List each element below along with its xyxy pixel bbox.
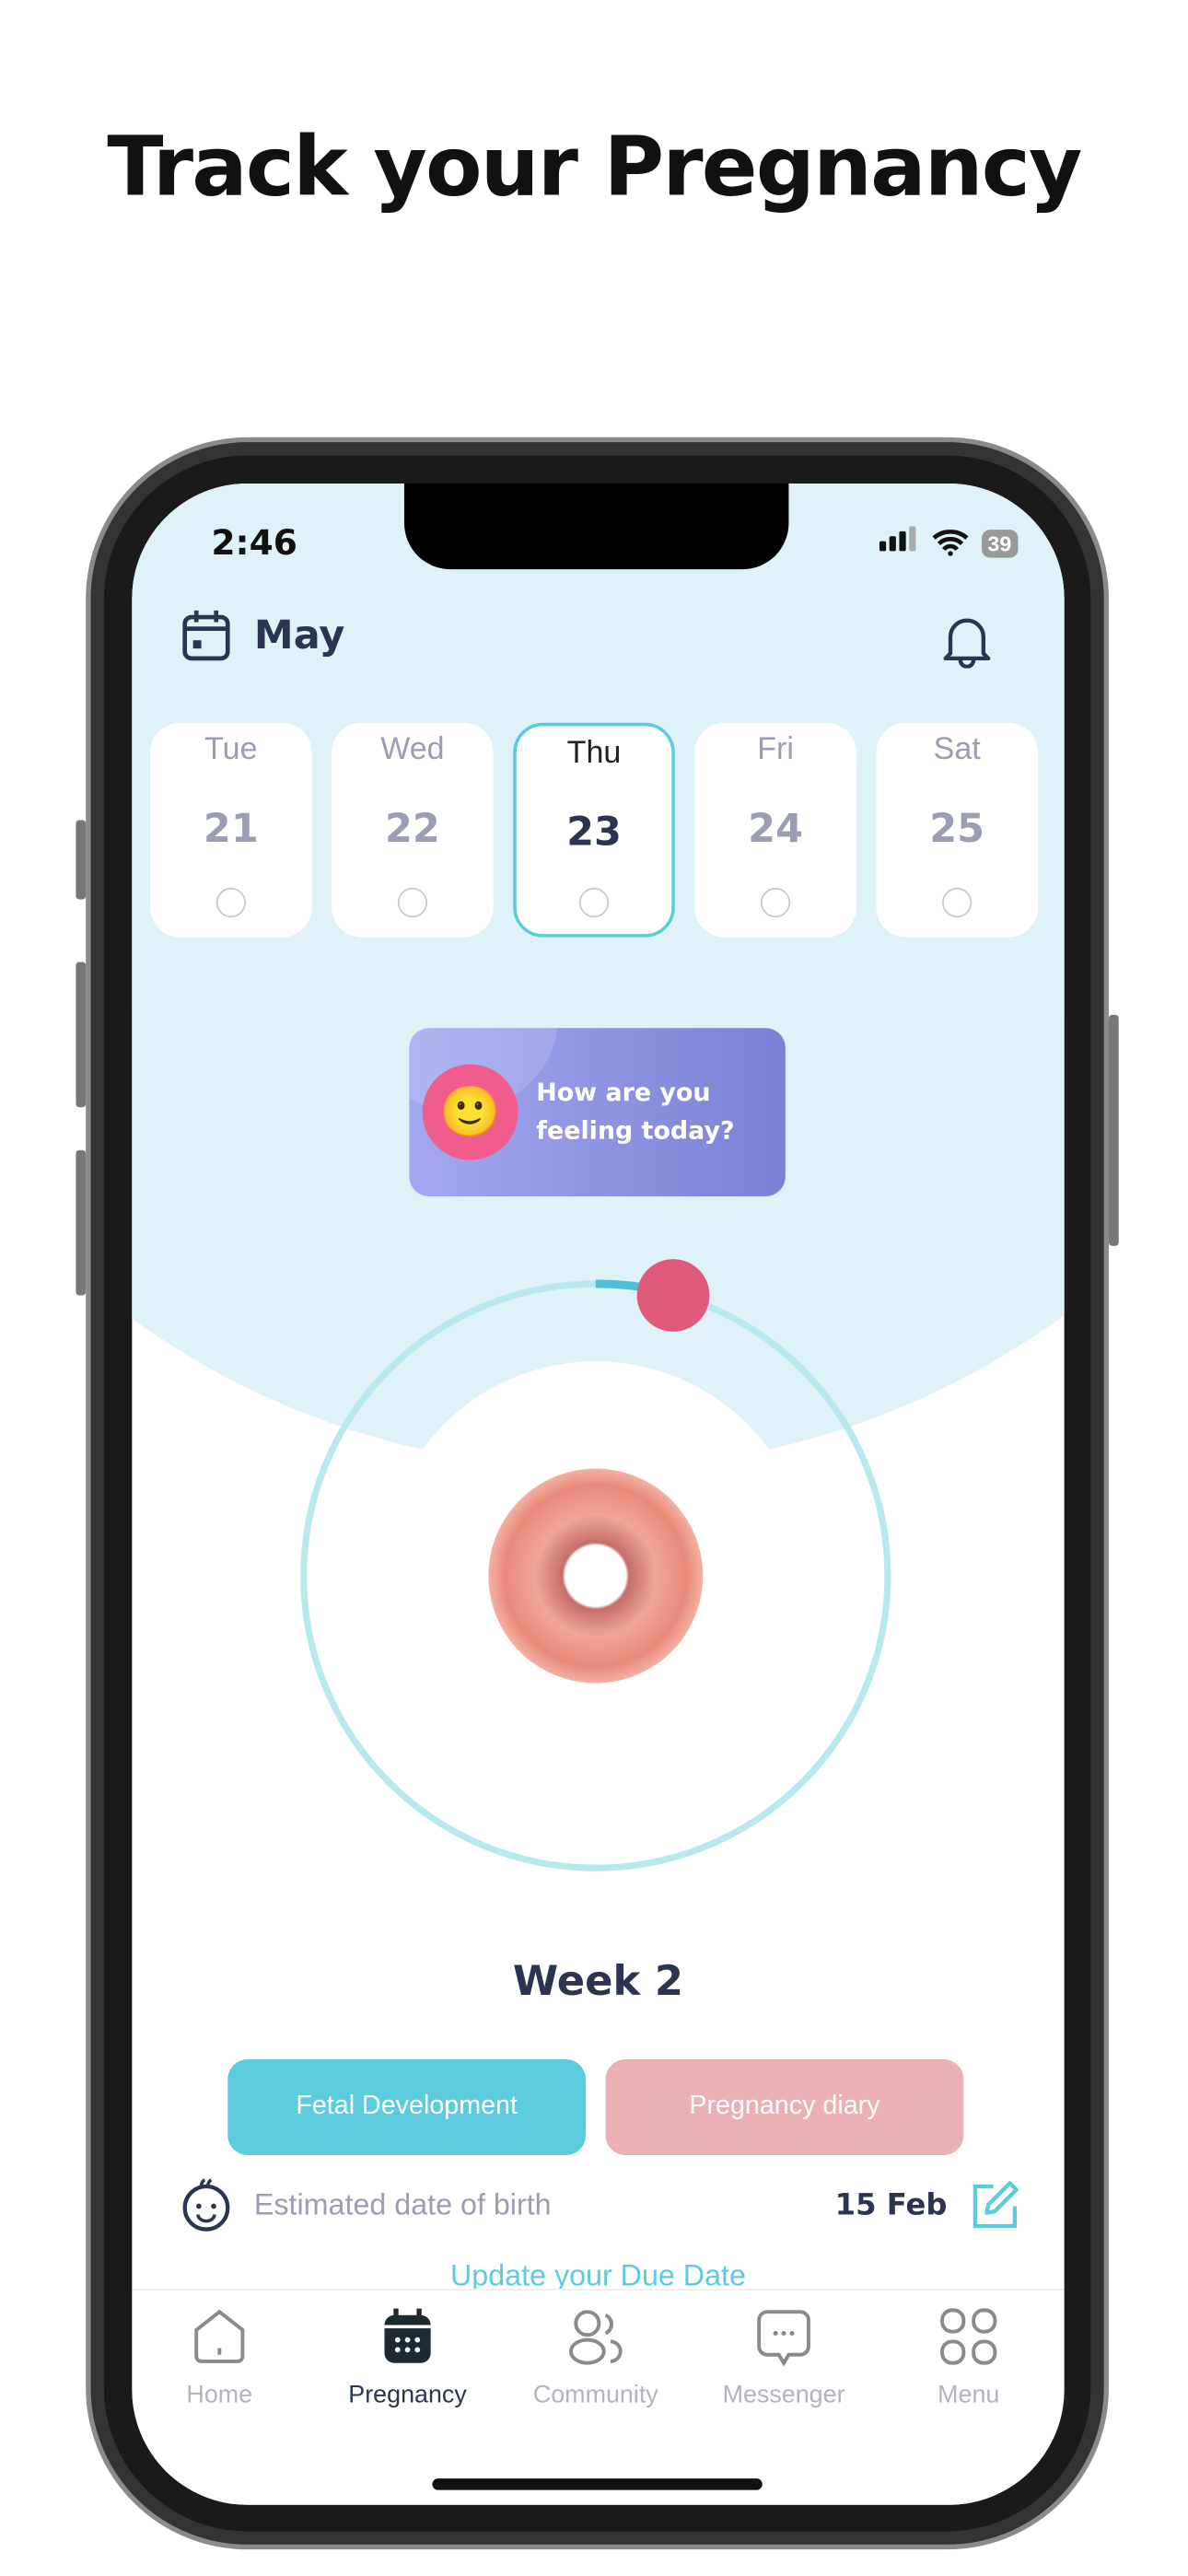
chat-icon (757, 2310, 810, 2367)
day-card[interactable]: Tue 21 (150, 722, 312, 938)
smiley-on-hand-icon: 🙂 (422, 1064, 518, 1160)
battery-indicator: 39 (981, 529, 1019, 557)
nav-label: Community (532, 2381, 658, 2409)
signal-icon (879, 526, 918, 560)
fetal-development-button[interactable]: Fetal Development (227, 2059, 587, 2155)
due-date-label: Estimated date of birth (253, 2186, 552, 2220)
people-icon (568, 2310, 623, 2365)
day-name: Fri (757, 732, 794, 768)
calendar-icon (384, 2308, 431, 2363)
week-strip: Tue 21 Wed 22 Thu 23 Fri 24 Sat 25 (150, 722, 1038, 938)
calendar-icon (182, 610, 230, 661)
status-time: 2:46 (211, 522, 297, 563)
status-icons: 39 (879, 526, 1019, 560)
day-name: Tue (204, 732, 258, 768)
home-indicator[interactable] (432, 2478, 763, 2490)
bell-icon[interactable] (942, 612, 992, 669)
due-date-row: Estimated date of birth 15 Feb (179, 2174, 1020, 2234)
day-number: 22 (384, 805, 440, 852)
day-status-icon (578, 887, 610, 918)
week-label: Week 2 (512, 1956, 684, 2005)
day-card[interactable]: Fri 24 (694, 722, 856, 938)
nav-pregnancy[interactable]: Pregnancy (317, 2307, 498, 2409)
fetus-illustration (488, 1468, 704, 1684)
day-name: Wed (380, 732, 445, 768)
nav-label: Pregnancy (348, 2381, 467, 2409)
day-status-icon (760, 887, 791, 918)
nav-label: Menu (938, 2381, 1000, 2409)
home-icon (194, 2309, 245, 2363)
nav-label: Messenger (722, 2381, 845, 2409)
mood-check-card[interactable]: 🙂 How are you feeling today? (409, 1028, 786, 1196)
day-status-icon (397, 887, 428, 918)
nav-messenger[interactable]: Messenger (693, 2307, 875, 2409)
app-screen: 2:46 39 May Tue 21 Wed 22 Thu 23 Fri 24 Sat 2… (132, 483, 1065, 2505)
grid-icon (940, 2308, 997, 2365)
notch (403, 483, 789, 570)
wifi-icon (931, 530, 968, 556)
month-selector[interactable]: May (181, 609, 344, 661)
day-card-selected[interactable]: Thu 23 (513, 722, 675, 938)
day-number: 24 (748, 805, 804, 852)
progress-marker (636, 1259, 710, 1332)
mood-prompt: How are you feeling today? (536, 1077, 735, 1146)
day-card[interactable]: Sat 25 (876, 722, 1038, 938)
day-number: 23 (566, 808, 622, 856)
nav-menu[interactable]: Menu (878, 2307, 1059, 2409)
progress-ring (300, 1259, 891, 1871)
day-name: Sat (933, 732, 981, 768)
nav-community[interactable]: Community (505, 2307, 686, 2409)
day-status-icon (215, 887, 246, 918)
baby-face-icon (182, 2178, 230, 2232)
headline: Track your Pregnancy (107, 119, 1082, 215)
day-card[interactable]: Wed 22 (332, 722, 494, 938)
day-status-icon (942, 887, 973, 918)
edit-icon[interactable] (971, 2180, 1020, 2230)
nav-label: Home (186, 2381, 253, 2409)
pregnancy-diary-button[interactable]: Pregnancy diary (605, 2059, 964, 2155)
power-button (1109, 1014, 1119, 1246)
month-label: May (253, 612, 345, 659)
volume-up-button (76, 962, 87, 1108)
volume-down-button (76, 1149, 87, 1296)
side-button (76, 820, 87, 900)
day-number: 21 (203, 805, 259, 852)
nav-home[interactable]: Home (132, 2307, 310, 2409)
bottom-nav: Home Pregnancy Community Messenger Menu (132, 2289, 1065, 2505)
due-date-value: 15 Feb (834, 2186, 948, 2222)
day-number: 25 (929, 805, 985, 852)
day-name: Thu (566, 736, 622, 771)
